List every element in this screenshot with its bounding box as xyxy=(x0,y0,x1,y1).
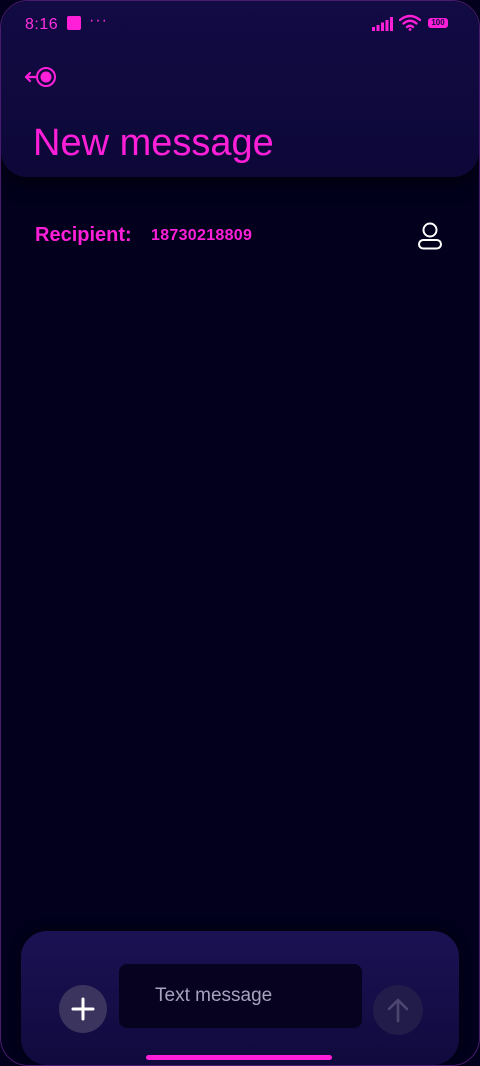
status-time: 8:16 xyxy=(25,16,59,33)
person-icon xyxy=(418,222,442,250)
page-title: New message xyxy=(33,122,274,164)
send-button[interactable] xyxy=(373,985,423,1035)
home-indicator[interactable] xyxy=(146,1055,332,1060)
signal-icon xyxy=(372,17,393,31)
status-bar: 8:16 ··· 100 xyxy=(1,1,479,49)
more-notifications-icon: ··· xyxy=(89,12,108,29)
notification-square-icon xyxy=(67,16,81,30)
recipient-number[interactable]: 18730218809 xyxy=(151,227,252,245)
screen: 8:16 ··· 100 New message Recipient: 1873… xyxy=(0,0,480,1066)
attach-button[interactable] xyxy=(59,985,107,1033)
recipient-row: Recipient: 18730218809 xyxy=(35,219,447,255)
back-button[interactable] xyxy=(23,63,59,91)
wifi-icon xyxy=(399,14,421,31)
recipient-label: Recipient: xyxy=(35,224,132,246)
header: 8:16 ··· 100 New message xyxy=(1,1,479,177)
plus-icon xyxy=(71,997,95,1021)
arrow-up-icon xyxy=(387,998,409,1023)
battery-level: 100 xyxy=(431,18,445,27)
message-input[interactable] xyxy=(119,964,362,1028)
battery-icon: 100 xyxy=(428,18,448,28)
select-contact-button[interactable] xyxy=(415,219,445,253)
back-arrow-circle-icon xyxy=(24,67,56,87)
compose-panel xyxy=(21,931,459,1065)
